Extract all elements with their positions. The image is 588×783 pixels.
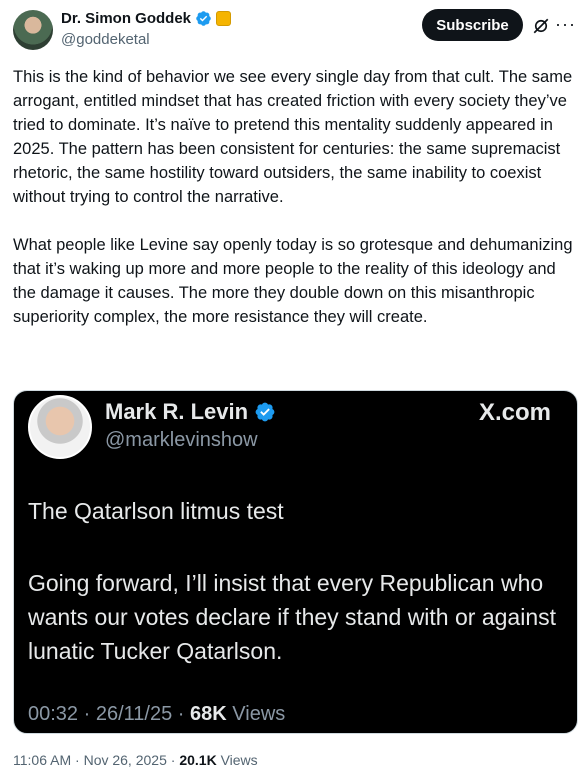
author-display-name[interactable]: Dr. Simon Goddek xyxy=(61,10,191,27)
media-name-row: Mark R. Levin xyxy=(105,399,276,425)
grok-icon[interactable] xyxy=(532,17,550,35)
post-views-label: Views xyxy=(220,752,258,768)
post-views-count[interactable]: 20.1K xyxy=(179,752,216,768)
media-sep-1: · xyxy=(83,703,91,725)
footer-sep-2: · xyxy=(170,752,176,768)
media-handle: @marklevinshow xyxy=(105,429,258,451)
media-headline: The Qatarlson litmus test xyxy=(28,498,284,524)
author-avatar[interactable] xyxy=(13,10,53,50)
verified-badge-icon xyxy=(196,11,211,26)
author-handle[interactable]: @goddeketal xyxy=(61,31,150,48)
media-author-avatar xyxy=(28,395,92,459)
post-date[interactable]: Nov 26, 2025 xyxy=(84,752,167,768)
media-views-count: 68K xyxy=(190,703,227,725)
post-paragraph-2: What people like Levine say openly today… xyxy=(13,236,573,326)
post-header: Dr. Simon Goddek @goddeketal Subscribe ·… xyxy=(13,8,578,52)
media-source-logo: X.com xyxy=(478,399,551,426)
media-verified-badge-icon xyxy=(255,402,275,422)
post-paragraph-1: This is the kind of behavior we see ever… xyxy=(13,68,573,206)
post-footer: 11:06 AM · Nov 26, 2025 · 20.1K Views xyxy=(13,752,258,768)
post-text: This is the kind of behavior we see ever… xyxy=(13,65,575,329)
author-name-row: Dr. Simon Goddek xyxy=(61,10,232,27)
media-views-label: Views xyxy=(232,703,286,725)
subscribe-button[interactable]: Subscribe xyxy=(422,9,523,41)
media-sep-2: · xyxy=(177,703,185,725)
media-time: 00:32 xyxy=(28,703,79,725)
affiliation-badge-icon xyxy=(216,11,232,26)
footer-sep-1: · xyxy=(75,752,80,768)
media-body: Going forward, I’ll insist that every Re… xyxy=(28,570,557,664)
media-meta: 00:32 · 26/11/25 · 68K Views xyxy=(28,703,285,726)
more-icon[interactable]: ··· xyxy=(555,15,576,33)
embedded-media[interactable]: Mark R. Levin @marklevinshow X.com The Q… xyxy=(13,390,578,734)
media-date: 26/11/25 xyxy=(95,703,173,725)
post-time[interactable]: 11:06 AM xyxy=(13,752,71,768)
media-display-name: Mark R. Levin xyxy=(105,399,249,424)
